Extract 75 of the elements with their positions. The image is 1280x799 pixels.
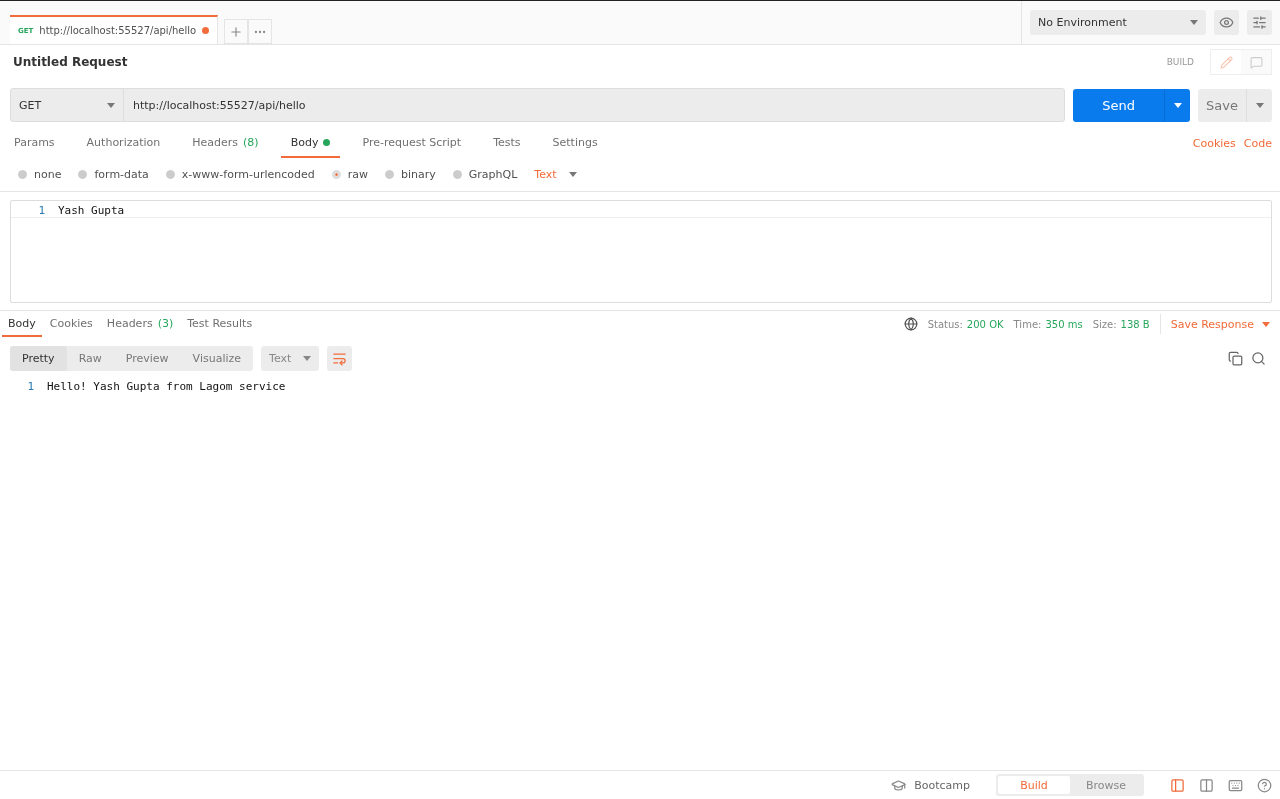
view-mode-tab[interactable]: Pretty <box>10 346 67 371</box>
meta-value: 200 OK <box>966 318 1004 330</box>
response-tab[interactable]: Cookies <box>43 311 99 337</box>
radio-button[interactable] <box>385 170 394 179</box>
request-title: Untitled Request <box>13 55 128 69</box>
tab-label: Headers <box>192 136 239 149</box>
wrap-lines-button[interactable] <box>327 346 353 371</box>
eye-button[interactable] <box>1214 10 1239 35</box>
request-section-tab[interactable]: Params <box>4 129 65 158</box>
globe-icon <box>903 317 918 331</box>
request-section-tab[interactable]: Tests <box>483 129 531 158</box>
caret-icon <box>1255 102 1264 108</box>
meta-label: Time: <box>1013 318 1042 330</box>
meta-value: 350 ms <box>1045 318 1083 330</box>
radio-label: x-www-form-urlencoded <box>181 168 315 181</box>
code-line: Yash Gupta <box>58 203 125 217</box>
radio-label: binary <box>401 168 436 181</box>
comment-icon <box>1249 55 1263 69</box>
radio-label: raw <box>347 168 368 181</box>
line-number: 1 <box>37 203 46 217</box>
footer-mode-tab[interactable]: Browse <box>1070 776 1142 794</box>
request-section-tab[interactable]: Pre-request Script <box>352 129 472 158</box>
radio-label: form-data <box>94 168 149 181</box>
code-line: Hello! Yash Gupta from Lagom service <box>47 379 286 393</box>
response-format-select[interactable]: Text <box>261 346 320 371</box>
header-count: (8) <box>243 136 259 149</box>
save-response-button[interactable]: Save Response <box>1159 314 1270 334</box>
radio-button[interactable] <box>165 170 175 179</box>
code-editor[interactable]: 1 Yash Gupta <box>10 200 1272 303</box>
request-section-tab[interactable]: Headers (8) <box>182 129 269 158</box>
radio-label: none <box>34 168 62 181</box>
graduation-cap-icon <box>891 777 907 793</box>
view-mode-tab[interactable]: Visualize <box>180 346 254 371</box>
tab-url: http://localhost:55527/api/hello <box>39 25 197 36</box>
meta-value: 138 B <box>1120 318 1150 330</box>
radio-label: GraphQL <box>468 168 518 181</box>
request-section-tab[interactable]: Settings <box>542 129 608 158</box>
response-tab[interactable]: Body <box>2 311 42 337</box>
environment-select[interactable]: No Environment <box>1030 10 1206 35</box>
link[interactable]: Cookies <box>1192 137 1236 150</box>
link[interactable]: Code <box>1243 137 1272 150</box>
footer-mode-tab[interactable]: Build <box>998 776 1070 794</box>
meta-label: Size: <box>1092 318 1117 330</box>
search-icon[interactable] <box>1251 351 1266 366</box>
view-mode-tab[interactable]: Preview <box>113 346 181 371</box>
comments-button[interactable] <box>1241 50 1271 74</box>
help-icon[interactable] <box>1257 777 1272 793</box>
bootcamp-link[interactable]: Bootcamp <box>914 778 970 792</box>
radio-button[interactable] <box>78 170 88 179</box>
keyboard-icon[interactable] <box>1228 777 1243 793</box>
radio-button[interactable] <box>18 170 27 179</box>
response-tab[interactable]: Test Results <box>181 311 259 337</box>
header-count: (3) <box>157 316 174 330</box>
wrap-icon <box>332 351 348 366</box>
tab-label: Headers <box>106 316 153 330</box>
pencil-icon <box>1219 55 1233 69</box>
meta-label: Status: <box>927 318 963 330</box>
sliders-icon <box>1252 15 1267 30</box>
columns-icon[interactable] <box>1199 777 1214 793</box>
copy-icon[interactable] <box>1228 351 1243 366</box>
sidebar-icon[interactable] <box>1170 777 1185 793</box>
radio-button[interactable] <box>331 170 341 179</box>
response-tab[interactable]: Headers (3) <box>100 311 180 337</box>
plus-icon <box>229 24 244 39</box>
caret-icon <box>1173 102 1182 108</box>
eye-icon <box>1219 15 1234 30</box>
request-section-tab[interactable]: Authorization <box>76 129 171 158</box>
radio-button[interactable] <box>452 170 462 179</box>
settings-button[interactable] <box>1247 10 1272 35</box>
view-mode-tab[interactable]: Raw <box>66 346 114 371</box>
line-number: 1 <box>26 379 35 393</box>
new-tab-button[interactable] <box>224 19 249 44</box>
mode-label: BUILD <box>1166 57 1194 67</box>
format-select[interactable]: Text <box>534 168 577 181</box>
request-section-tab[interactable]: Body <box>280 129 341 158</box>
